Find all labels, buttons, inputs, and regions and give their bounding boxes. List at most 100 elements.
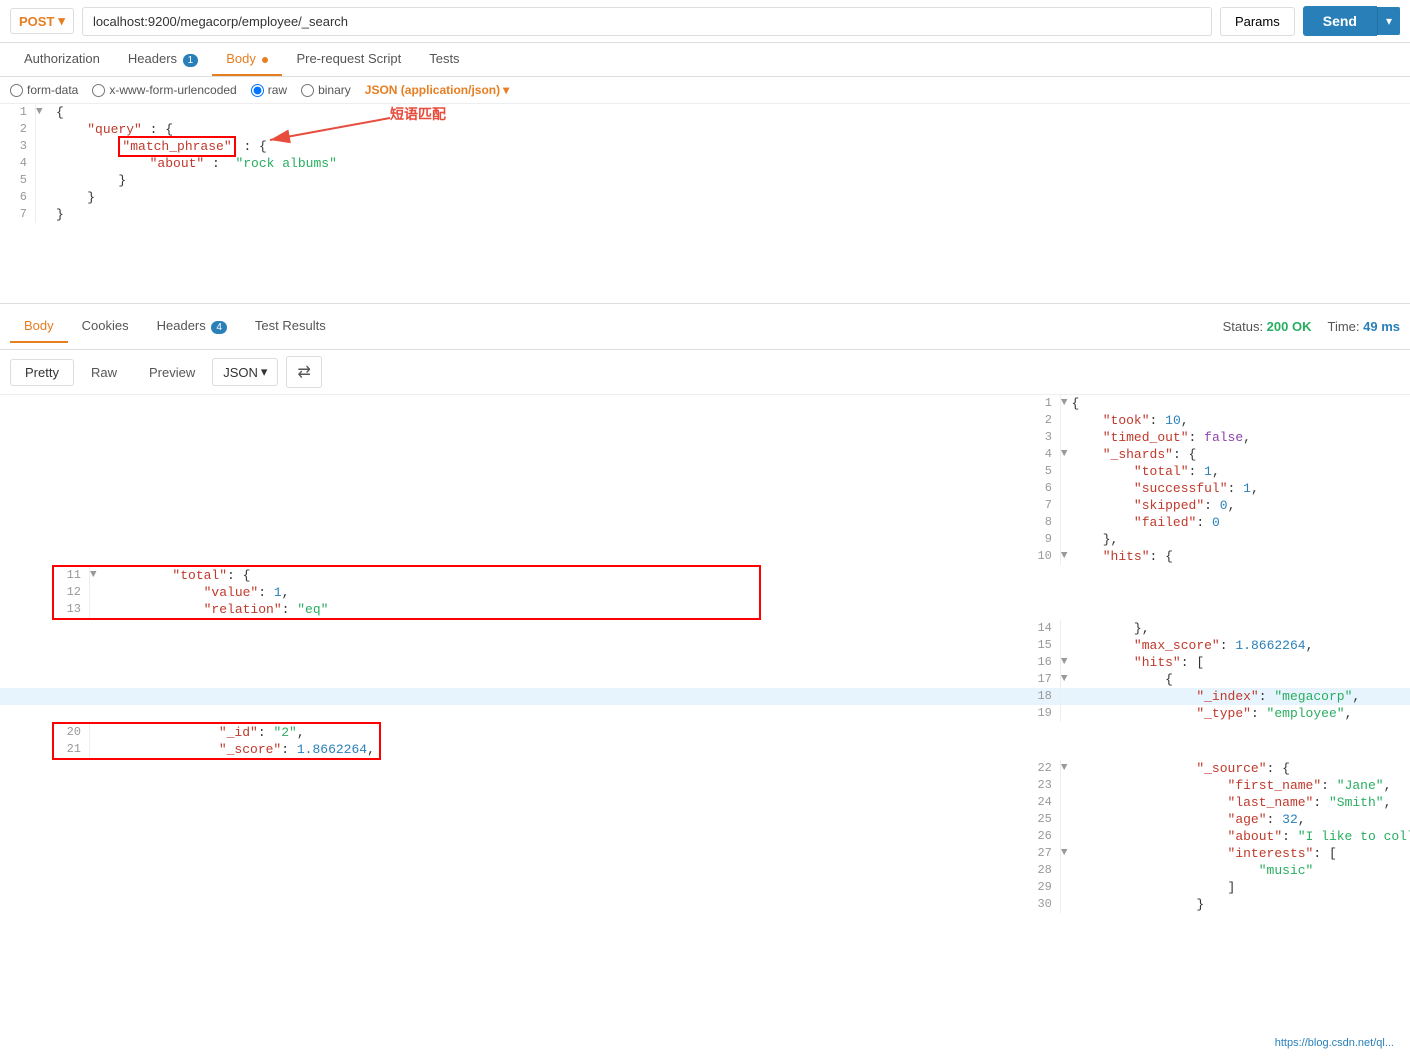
resp-content-15: "max_score": 1.8662264, <box>1068 637 1410 654</box>
resp-line-18: 18 "_index": "megacorp", <box>0 688 1410 705</box>
resp-toggle-17[interactable]: ▼ <box>1061 671 1068 688</box>
view-tab-pretty[interactable]: Pretty <box>10 359 74 386</box>
resp-toggle-23 <box>1061 777 1068 794</box>
watermark: https://blog.csdn.net/ql... <box>1275 1037 1394 1049</box>
option-raw[interactable]: raw <box>251 83 287 97</box>
resp-toggle-8 <box>1061 514 1068 531</box>
resp-line-num-9: 9 <box>0 531 1061 548</box>
json-view-dropdown-icon: ▾ <box>261 364 268 380</box>
send-dropdown-button[interactable]: ▾ <box>1377 7 1400 35</box>
view-tab-preview[interactable]: Preview <box>134 359 210 386</box>
resp-toggle-10[interactable]: ▼ <box>1061 548 1068 565</box>
resp-content-3: "timed_out": false, <box>1068 429 1410 446</box>
wrap-button[interactable]: ⇄ <box>286 356 321 388</box>
headers-badge: 1 <box>183 54 199 67</box>
resp-tab-cookies[interactable]: Cookies <box>68 310 143 343</box>
resp-content-6: "successful": 1, <box>1068 480 1410 497</box>
view-tab-raw[interactable]: Raw <box>76 359 132 386</box>
tab-prerequest[interactable]: Pre-request Script <box>282 43 415 76</box>
resp-content-5: "total": 1, <box>1068 463 1410 480</box>
resp-content-10: "hits": { <box>1068 548 1410 565</box>
resp-line-num-23: 23 <box>0 777 1061 794</box>
request-tabs: Authorization Headers 1 Body Pre-request… <box>0 43 1410 77</box>
req-line-5: 5 } <box>0 172 1410 189</box>
resp-line-21: 21 "_score": 1.8662264, <box>54 741 379 758</box>
req-line-3: 3 "match_phrase" : { <box>0 138 1410 155</box>
tab-authorization[interactable]: Authorization <box>10 43 114 76</box>
resp-content-7: "skipped": 0, <box>1068 497 1410 514</box>
resp-content-8: "failed": 0 <box>1068 514 1410 531</box>
resp-line-num-10: 10 <box>0 548 1061 565</box>
resp-toggle-7 <box>1061 497 1068 514</box>
send-button-wrap: Send ▾ <box>1303 6 1400 36</box>
resp-toggle-4[interactable]: ▼ <box>1061 446 1068 463</box>
resp-toggle-27[interactable]: ▼ <box>1061 845 1068 862</box>
resp-content-30: } <box>1068 896 1410 913</box>
request-code-lines: 1 ▼ { 2 "query" : { 3 "match_phrase" : {… <box>0 104 1410 223</box>
time-value: 49 ms <box>1363 319 1400 334</box>
resp-line-num-26: 26 <box>0 828 1061 845</box>
resp-content-27: "interests": [ <box>1068 845 1410 862</box>
json-format-selector[interactable]: JSON (application/json) ▾ <box>365 83 509 97</box>
req-line-1: 1 ▼ { <box>0 104 1410 121</box>
json-format-button[interactable]: JSON ▾ <box>212 358 278 386</box>
resp-content-28: "music" <box>1068 862 1410 879</box>
method-selector[interactable]: POST ▾ <box>10 8 74 34</box>
option-binary[interactable]: binary <box>301 83 351 97</box>
resp-tab-body[interactable]: Body <box>10 310 68 343</box>
resp-line-1: 1 ▼ { <box>0 395 1410 412</box>
resp-content-19: "_type": "employee", <box>1068 705 1410 722</box>
resp-tab-headers[interactable]: Headers 4 <box>143 310 241 343</box>
resp-toggle-25 <box>1061 811 1068 828</box>
option-urlencoded[interactable]: x-www-form-urlencoded <box>92 83 236 97</box>
resp-line-num-16: 16 <box>0 654 1061 671</box>
resp-line-num-15: 15 <box>0 637 1061 654</box>
resp-toggle-2 <box>1061 412 1068 429</box>
resp-line-num-21: 21 <box>54 741 90 758</box>
line-content-1: { <box>52 104 1410 121</box>
resp-line-24: 24 "last_name": "Smith", <box>0 794 1410 811</box>
method-label: POST <box>19 14 54 29</box>
resp-toggle-24 <box>1061 794 1068 811</box>
tab-tests[interactable]: Tests <box>415 43 473 76</box>
resp-toggle-29 <box>1061 879 1068 896</box>
resp-toggle-1[interactable]: ▼ <box>1061 395 1068 412</box>
resp-toggle-22[interactable]: ▼ <box>1061 760 1068 777</box>
resp-line-9: 9 }, <box>0 531 1410 548</box>
resp-line-num-6: 6 <box>0 480 1061 497</box>
line-num-3: 3 <box>0 138 36 155</box>
resp-toggle-11[interactable]: ▼ <box>90 567 106 584</box>
request-code-editor[interactable]: 1 ▼ { 2 "query" : { 3 "match_phrase" : {… <box>0 104 1410 304</box>
resp-line-num-1: 1 <box>0 395 1061 412</box>
resp-line-num-18: 18 <box>0 688 1061 705</box>
status-value: 200 OK <box>1267 319 1312 334</box>
body-options: form-data x-www-form-urlencoded raw bina… <box>0 77 1410 104</box>
tab-body[interactable]: Body <box>212 43 282 76</box>
line-toggle-6 <box>36 189 52 206</box>
resp-line-23: 23 "first_name": "Jane", <box>0 777 1410 794</box>
resp-toggle-28 <box>1061 862 1068 879</box>
line-content-6: } <box>52 189 1410 206</box>
resp-line-num-5: 5 <box>0 463 1061 480</box>
tab-headers[interactable]: Headers 1 <box>114 43 212 76</box>
status-label: Status: 200 OK <box>1223 319 1312 334</box>
resp-tab-test-results[interactable]: Test Results <box>241 310 340 343</box>
line-content-2: "query" : { <box>52 121 1410 138</box>
line-content-5: } <box>52 172 1410 189</box>
time-label: Time: 49 ms <box>1327 319 1400 334</box>
resp-toggle-16[interactable]: ▼ <box>1061 654 1068 671</box>
response-bar: Body Cookies Headers 4 Test Results Stat… <box>0 304 1410 350</box>
url-input[interactable] <box>82 7 1212 36</box>
line-toggle-1[interactable]: ▼ <box>36 104 52 121</box>
resp-content-9: }, <box>1068 531 1410 548</box>
params-button[interactable]: Params <box>1220 7 1295 36</box>
resp-line-num-22: 22 <box>0 760 1061 777</box>
resp-headers-badge: 4 <box>211 321 227 334</box>
resp-content-24: "last_name": "Smith", <box>1068 794 1410 811</box>
resp-line-15: 15 "max_score": 1.8662264, <box>0 637 1410 654</box>
resp-content-20: "_id": "2", <box>90 724 379 741</box>
option-form-data[interactable]: form-data <box>10 83 78 97</box>
resp-toggle-14 <box>1061 620 1068 637</box>
resp-line-22: 22 ▼ "_source": { <box>0 760 1410 777</box>
send-button[interactable]: Send <box>1303 6 1377 36</box>
